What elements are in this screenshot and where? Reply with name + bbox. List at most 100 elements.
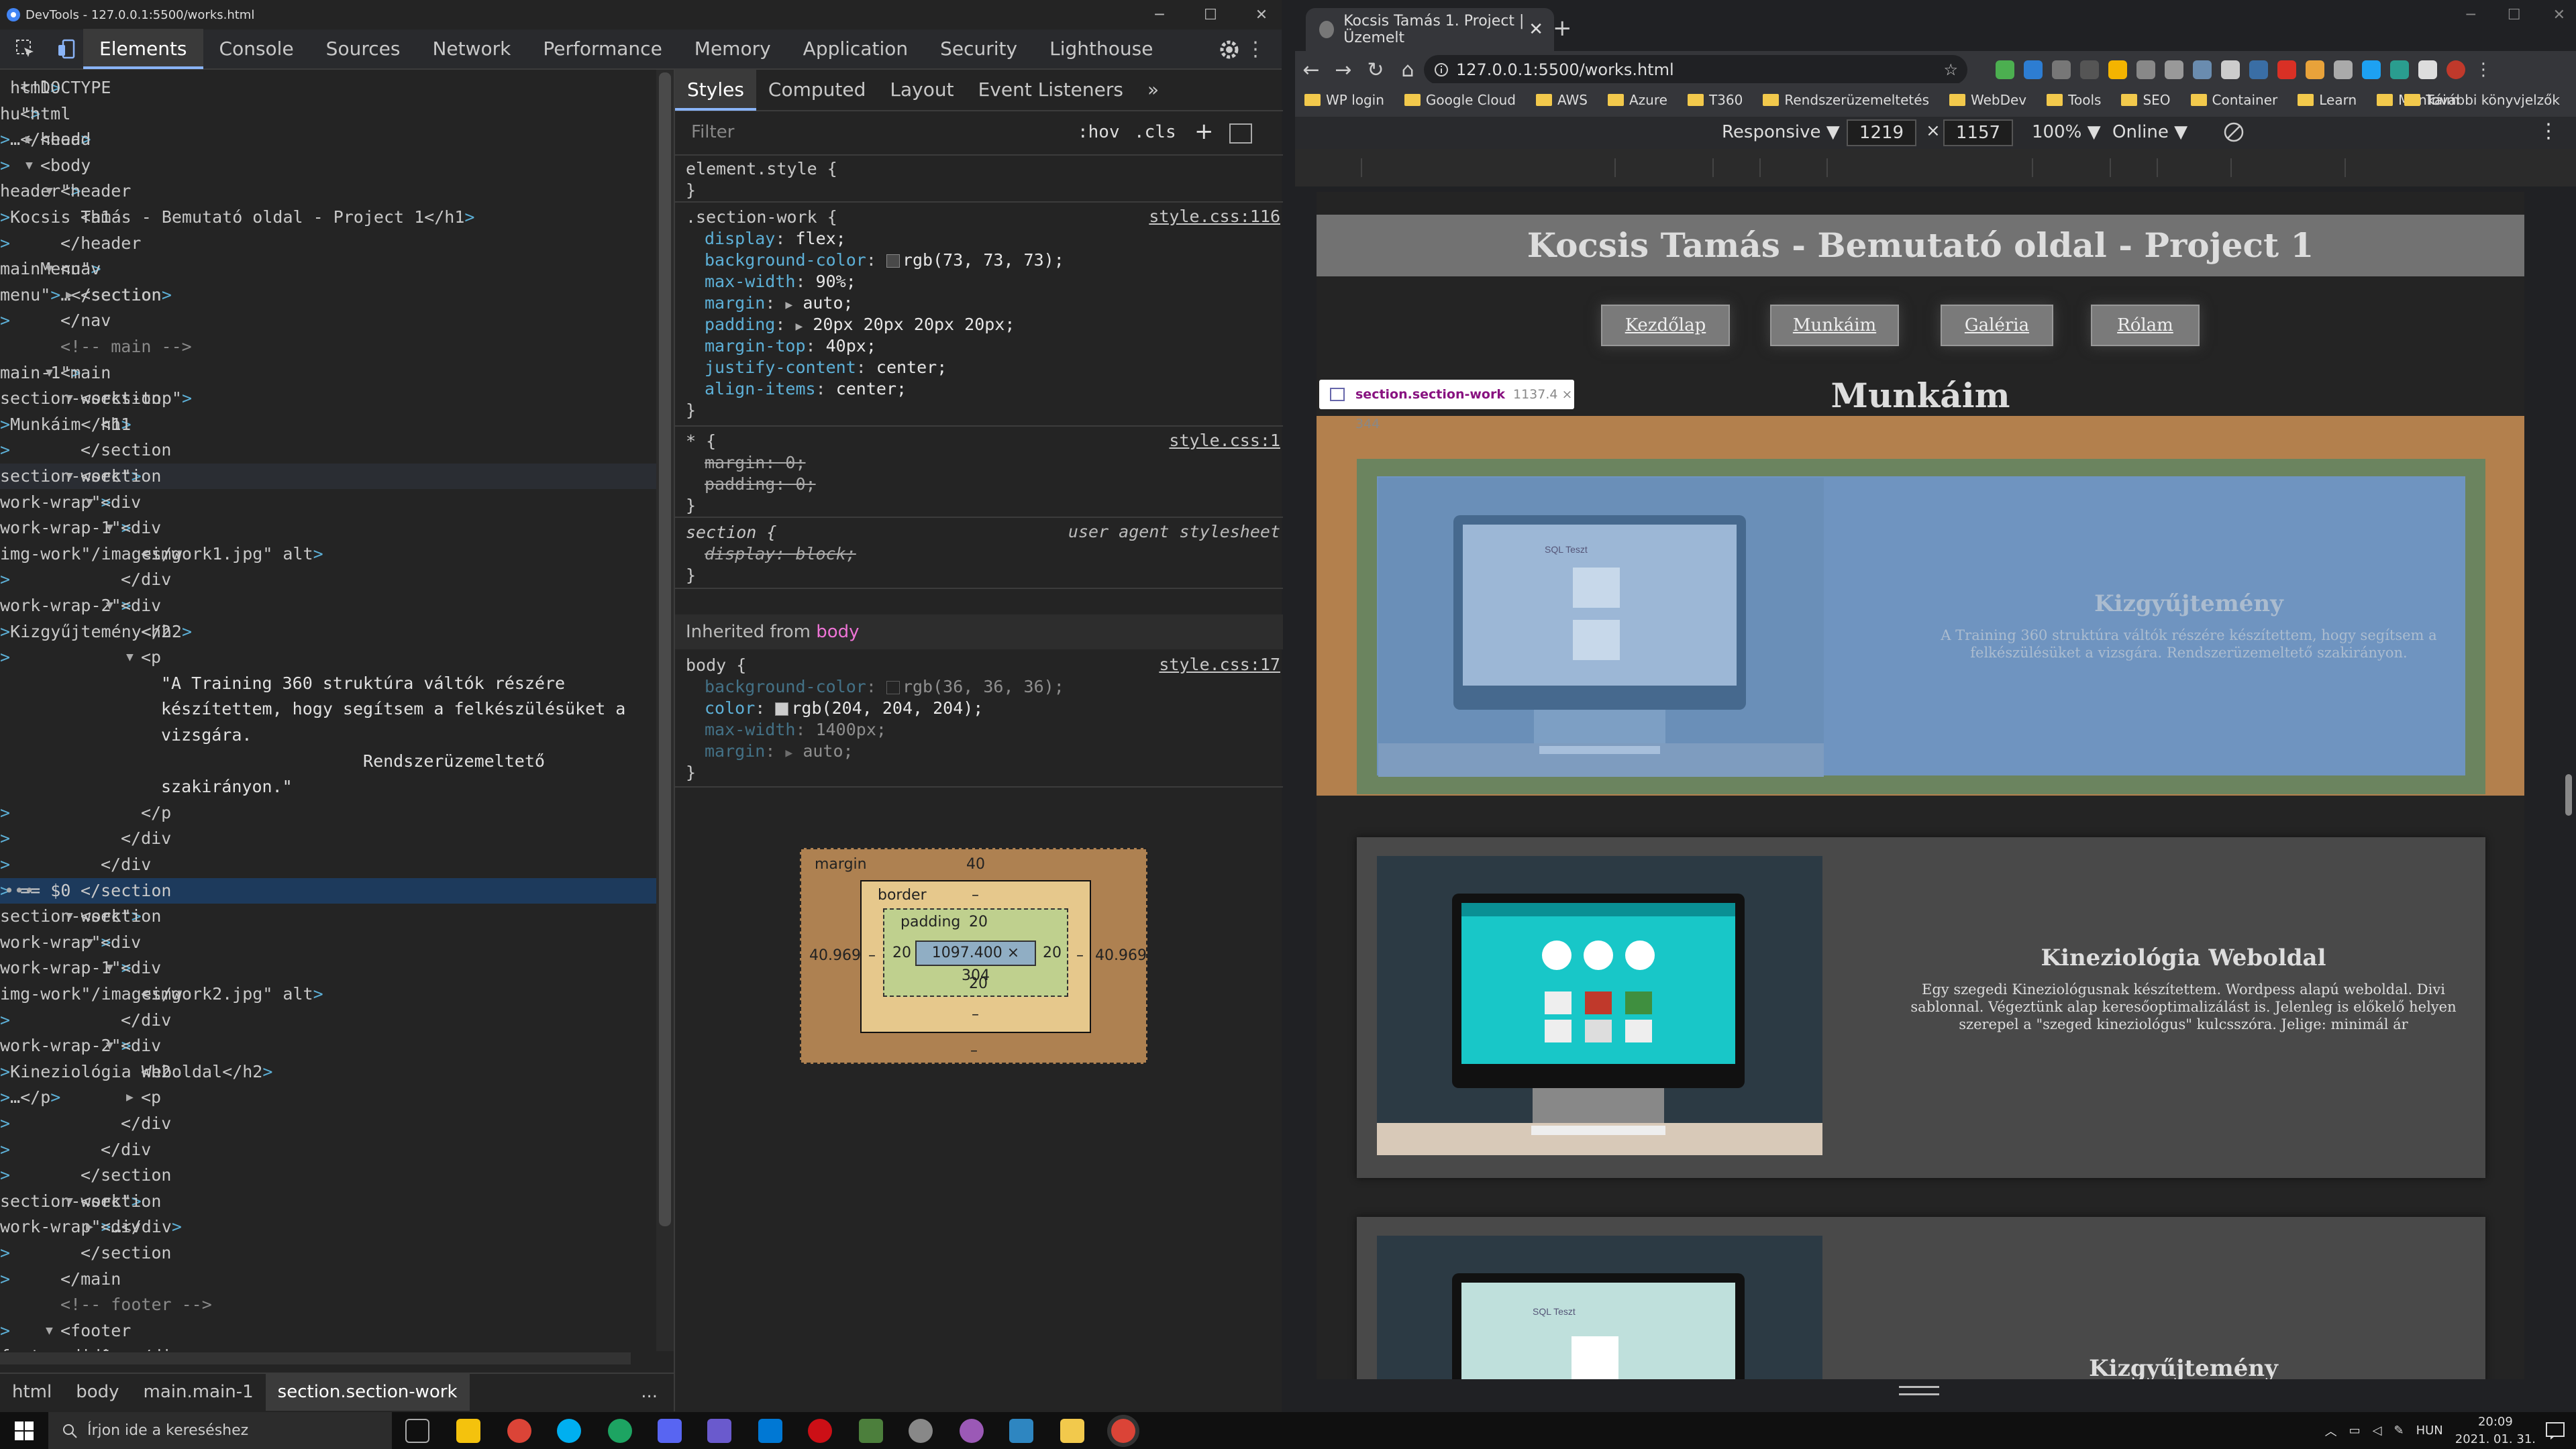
- dom-node[interactable]: Rendszerüzemeltető: [0, 749, 656, 774]
- box-margin-top[interactable]: 40: [966, 856, 985, 873]
- menu-link-gallery[interactable]: Galéria: [1941, 305, 2053, 346]
- css-prop-margin-top[interactable]: margin-top: 40px;: [705, 335, 876, 357]
- box-border-top[interactable]: –: [972, 887, 979, 904]
- minimize-icon[interactable]: ─: [2467, 7, 2475, 23]
- rule-selector[interactable]: element.style {: [686, 158, 837, 180]
- dom-node[interactable]: ▼ <div work-wrap">: [0, 490, 656, 515]
- color-swatch[interactable]: [886, 681, 900, 694]
- box-border-right[interactable]: –: [1076, 947, 1084, 964]
- extension-icon[interactable]: [2249, 60, 2268, 79]
- css-prop-display-overridden[interactable]: display: block;: [705, 543, 856, 565]
- dom-node[interactable]: <img img-work"/images/work2.jpg" alt>: [0, 981, 656, 1007]
- page-viewport[interactable]: Kocsis Tamás - Bemutató oldal - Project …: [1317, 192, 2524, 1379]
- github-desktop-icon[interactable]: [960, 1419, 984, 1443]
- dom-node[interactable]: ▶ <div work-wrap">…</div>: [0, 1214, 656, 1240]
- pen-icon[interactable]: ✎: [2393, 1424, 2404, 1438]
- elements-scrollbar[interactable]: [656, 70, 674, 1351]
- dom-node[interactable]: ▼ <footer >: [0, 1318, 656, 1344]
- computed-sidebar-toggle-icon[interactable]: [1229, 123, 1252, 144]
- dom-node[interactable]: ▼ <div work-wrap-2">: [0, 1033, 656, 1059]
- task-view-icon[interactable]: [405, 1419, 429, 1443]
- rule-selector[interactable]: section {: [686, 522, 776, 543]
- breadcrumb-section[interactable]: section.section-work: [265, 1373, 470, 1411]
- extension-icon[interactable]: [2362, 60, 2381, 79]
- expand-arrow-icon[interactable]: ▼: [46, 256, 53, 282]
- dom-node[interactable]: <h2 >Kizgyűjtemény</h2>: [0, 619, 656, 645]
- viewport-height-input[interactable]: 1157: [1943, 119, 2013, 146]
- tab-close-icon[interactable]: ✕: [1529, 19, 1543, 40]
- dom-node[interactable]: ▼ <header header">: [0, 178, 656, 204]
- address-bar[interactable]: 127.0.0.1:5500/works.html ☆: [1424, 55, 1967, 85]
- tab-network[interactable]: Network: [416, 29, 527, 69]
- css-prop-padding[interactable]: padding: ▶ 20px 20px 20px 20px;: [705, 314, 1015, 335]
- styles-filter-input[interactable]: Filter: [691, 122, 734, 142]
- extension-icon[interactable]: [2108, 60, 2127, 79]
- expand-arrow-icon[interactable]: ▼: [66, 464, 73, 489]
- dom-node[interactable]: ▼ <section section-works-top">: [0, 386, 656, 411]
- extension-icon[interactable]: [2334, 60, 2353, 79]
- dom-node[interactable]: szakirányon.": [0, 774, 656, 800]
- close-icon[interactable]: ✕: [1248, 7, 1275, 23]
- expand-arrow-icon[interactable]: ▼: [86, 930, 93, 955]
- expand-arrow-icon[interactable]: ▼: [86, 490, 93, 515]
- dom-node[interactable]: ▼ <div work-wrap-1">: [0, 955, 656, 981]
- clock[interactable]: 20:09 2021. 01. 31.: [2455, 1413, 2536, 1448]
- expand-arrow-icon[interactable]: ▼: [126, 645, 134, 670]
- store-app-icon[interactable]: [707, 1419, 731, 1443]
- viewport-scroll-indicator[interactable]: [2565, 774, 2572, 816]
- css-prop-padding-overridden[interactable]: padding: 0;: [705, 474, 816, 495]
- profile-avatar[interactable]: [2446, 60, 2465, 79]
- browser-menu-icon[interactable]: ⋮: [2475, 60, 2493, 79]
- tray-overflow-icon[interactable]: ︿: [2325, 1422, 2337, 1440]
- viewport-width-input[interactable]: 1219: [1847, 119, 1916, 146]
- expand-arrow-icon[interactable]: ▼: [106, 515, 113, 541]
- maximize-icon[interactable]: ☐: [2508, 7, 2521, 23]
- box-border-left[interactable]: –: [868, 947, 876, 964]
- expand-arrow-icon[interactable]: ▼: [46, 178, 53, 204]
- puzzle-extensions-icon[interactable]: [2418, 60, 2437, 79]
- bookmark-item[interactable]: WebDev: [1949, 92, 2026, 108]
- dom-node[interactable]: készítettem, hogy segítsem a felkészülés…: [0, 696, 656, 722]
- dom-node[interactable]: ▼ <section section-work">: [0, 464, 656, 489]
- dom-node[interactable]: vizsgára.: [0, 722, 656, 748]
- site-info-icon[interactable]: [1433, 62, 1449, 78]
- browser-tab-active[interactable]: Kocsis Tamás 1. Project | Üzemelt ✕: [1306, 8, 1554, 51]
- elements-horizontal-scrollbar[interactable]: [0, 1352, 631, 1364]
- minimize-icon[interactable]: ─: [1146, 7, 1173, 23]
- tab-event-listeners[interactable]: Event Listeners: [966, 69, 1135, 111]
- bookmark-item[interactable]: Container: [2190, 92, 2277, 108]
- zoom-select[interactable]: 100% ▼: [2032, 122, 2101, 142]
- menu-link-home[interactable]: Kezdőlap: [1601, 305, 1730, 346]
- tab-lighthouse[interactable]: Lighthouse: [1033, 29, 1169, 69]
- chrome-icon[interactable]: [507, 1419, 531, 1443]
- bookmark-item[interactable]: SEO: [2121, 92, 2171, 108]
- extension-icon[interactable]: [2306, 60, 2324, 79]
- expand-arrow-icon[interactable]: ▼: [66, 904, 73, 929]
- tab-security[interactable]: Security: [924, 29, 1033, 69]
- rule-source-link[interactable]: style.css:116: [1149, 207, 1280, 226]
- tab-console[interactable]: Console: [203, 29, 310, 69]
- more-tabs-icon[interactable]: »: [1135, 69, 1171, 111]
- file-explorer-icon[interactable]: [1060, 1419, 1084, 1443]
- css-prop-background-color-inherited[interactable]: background-color: rgb(36, 36, 36);: [705, 676, 1064, 698]
- device-mode-select[interactable]: Responsive ▼: [1722, 122, 1840, 142]
- css-prop-color[interactable]: color: rgb(204, 204, 204);: [705, 698, 983, 719]
- tab-elements[interactable]: Elements: [83, 29, 203, 69]
- dom-node[interactable]: ▼ <p >: [0, 645, 656, 670]
- cls-toggle[interactable]: .cls: [1134, 122, 1176, 142]
- skype-icon[interactable]: [557, 1419, 581, 1443]
- edge-icon[interactable]: [608, 1419, 632, 1443]
- expand-arrow-icon[interactable]: ▼: [106, 955, 113, 981]
- expand-arrow-icon[interactable]: ▼: [106, 593, 113, 619]
- new-style-rule-icon[interactable]: +: [1194, 118, 1214, 145]
- dom-node[interactable]: <html hu">: [0, 101, 656, 127]
- menu-link-works[interactable]: Munkáim: [1770, 305, 1899, 346]
- bookmark-star-icon[interactable]: ☆: [1943, 55, 1958, 85]
- extension-icon[interactable]: [2390, 60, 2409, 79]
- rule-selector[interactable]: * {: [686, 431, 716, 452]
- expand-arrow-icon[interactable]: ▼: [66, 386, 73, 411]
- hov-toggle[interactable]: :hov: [1078, 122, 1120, 142]
- bookmark-item[interactable]: Learn: [2298, 92, 2357, 108]
- tab-styles[interactable]: Styles: [675, 69, 756, 111]
- home-icon[interactable]: ⌂: [1392, 58, 1424, 82]
